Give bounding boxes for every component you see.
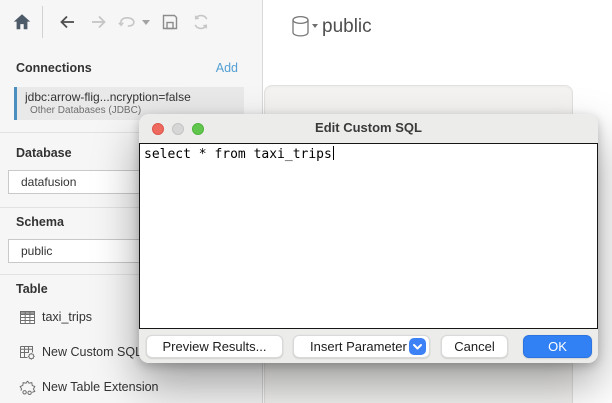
main-header	[264, 0, 612, 85]
add-connection-link[interactable]: Add	[216, 61, 238, 75]
connections-label: Connections	[16, 61, 92, 75]
toolbar-divider	[42, 6, 43, 38]
insert-parameter-button[interactable]: Insert Parameter	[293, 335, 430, 358]
action-label: New Custom SQL	[42, 345, 142, 359]
refresh-icon[interactable]	[190, 11, 212, 33]
database-label: Database	[16, 146, 72, 160]
app-window: Connections Add jdbc:arrow-flig...ncrypt…	[0, 0, 612, 403]
back-arrow-icon[interactable]	[56, 11, 78, 33]
database-select-value: datafusion	[21, 175, 76, 189]
cancel-button[interactable]: Cancel	[441, 335, 508, 358]
forward-arrow-icon[interactable]	[88, 11, 110, 33]
dialog-titlebar[interactable]: Edit Custom SQL	[139, 114, 598, 143]
action-label: New Table Extension	[42, 380, 159, 394]
redo-icon[interactable]	[116, 11, 138, 33]
table-extension-icon	[19, 379, 36, 396]
schema-label: Schema	[16, 215, 64, 229]
table-grid-icon	[19, 309, 36, 326]
new-table-extension-item[interactable]: New Table Extension	[0, 374, 262, 400]
preview-results-button[interactable]: Preview Results...	[146, 335, 283, 358]
table-name: taxi_trips	[42, 310, 92, 324]
text-cursor	[333, 146, 335, 160]
table-label: Table	[16, 282, 48, 296]
main-schema-title: public	[322, 16, 372, 38]
database-cylinder-icon[interactable]	[291, 15, 310, 38]
insert-parameter-label: Insert Parameter	[310, 339, 407, 354]
connections-header: Connections Add	[0, 60, 263, 78]
dialog-footer: Preview Results... Insert Parameter Canc…	[139, 329, 598, 363]
connection-title: jdbc:arrow-flig...ncryption=false	[25, 90, 238, 104]
insert-parameter-chevron-icon[interactable]	[409, 338, 426, 355]
dialog-title: Edit Custom SQL	[139, 120, 598, 135]
sql-text: select * from taxi_trips	[144, 147, 332, 162]
sql-editor-textarea[interactable]: select * from taxi_trips	[139, 143, 598, 329]
toolbar	[0, 0, 263, 46]
save-icon[interactable]	[159, 11, 181, 33]
custom-sql-icon	[19, 344, 36, 361]
caret-down-icon[interactable]	[141, 11, 151, 33]
chevron-down-icon[interactable]	[312, 24, 318, 28]
edit-custom-sql-dialog: Edit Custom SQL select * from taxi_trips…	[139, 114, 598, 363]
schema-select-value: public	[21, 244, 52, 258]
ok-button[interactable]: OK	[523, 335, 592, 358]
home-icon[interactable]	[11, 11, 33, 33]
